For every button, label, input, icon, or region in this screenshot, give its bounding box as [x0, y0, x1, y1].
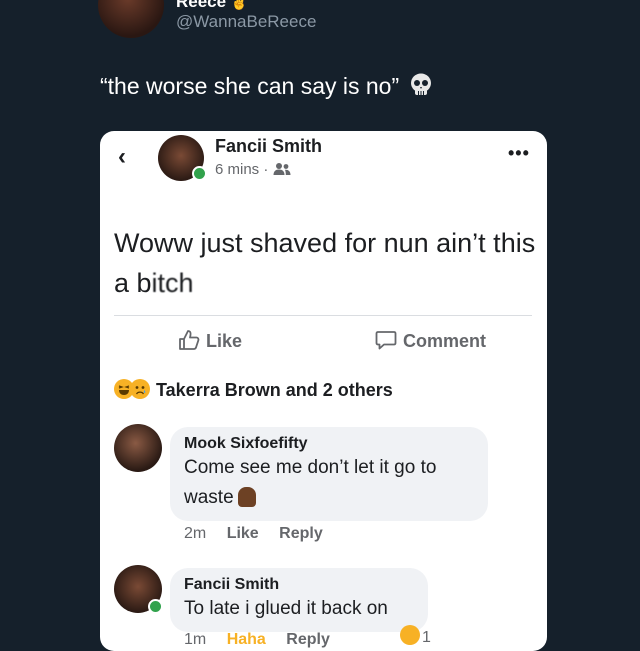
- friends-icon: [273, 163, 291, 175]
- tweet-handle[interactable]: @WannaBeReece: [176, 12, 316, 32]
- haha-reaction-icon: [400, 625, 420, 645]
- comment-bubble-icon: [375, 331, 397, 350]
- comment-label: Comment: [403, 331, 487, 351]
- commenter-avatar[interactable]: [114, 424, 162, 472]
- comment-reply-button[interactable]: Reply: [279, 525, 323, 542]
- comment-text: Come see me don’t let it go to waste: [184, 453, 474, 513]
- comment-time[interactable]: 2m: [184, 525, 206, 542]
- more-options-icon[interactable]: ···: [528, 0, 549, 7]
- tweet-author-avatar[interactable]: [98, 0, 164, 38]
- comment-actions: 2m Like Reply: [184, 525, 339, 543]
- comment-button[interactable]: Comment: [375, 329, 486, 352]
- comment-text-content: Come see me don’t let it go to waste: [184, 457, 437, 508]
- person-emoji-icon: [237, 487, 256, 507]
- post-text-censored: itch: [151, 268, 194, 298]
- like-label: Like: [206, 331, 243, 351]
- meta-separator: ·: [263, 161, 269, 178]
- reactions-text: Takerra Brown and 2 others: [156, 380, 393, 400]
- post-text: Woww just shaved for nun ain’t this a bi…: [114, 223, 539, 303]
- reaction-count: 1: [422, 629, 431, 646]
- divider: [114, 315, 532, 316]
- post-options-icon[interactable]: •••: [508, 143, 530, 164]
- tweet-display-name[interactable]: Reece ✌: [176, 0, 248, 12]
- name-emoji: ✌: [230, 0, 249, 10]
- comment-reaction-count[interactable]: 1: [400, 625, 431, 647]
- online-status-dot: [148, 599, 163, 614]
- back-chevron-icon[interactable]: ‹: [118, 143, 126, 171]
- like-button[interactable]: Like: [178, 329, 242, 352]
- thumbs-up-icon: [179, 330, 200, 350]
- reactions-summary[interactable]: Takerra Brown and 2 others: [114, 379, 393, 401]
- comment-bubble: Mook Sixfoefifty Come see me don’t let i…: [170, 427, 488, 521]
- commenter-name[interactable]: Fancii Smith: [184, 576, 414, 594]
- comment-actions: 1m Haha Reply: [184, 631, 346, 649]
- comment-like-button[interactable]: Like: [227, 525, 259, 542]
- tweet-text-content: “the worse she can say is no”: [100, 73, 400, 99]
- post-author-name[interactable]: Fancii Smith: [215, 136, 322, 157]
- commenter-name[interactable]: Mook Sixfoefifty: [184, 435, 474, 453]
- tweet-text: “the worse she can say is no”: [100, 72, 434, 100]
- comment-text: To late i glued it back on: [184, 598, 388, 619]
- skull-icon: [410, 73, 431, 95]
- comment-bubble: Fancii Smith To late i glued it back on: [170, 568, 428, 632]
- post-time[interactable]: 6 mins: [215, 161, 259, 178]
- facebook-post-screenshot: ‹ Fancii Smith 6 mins · ••• Woww just sh…: [100, 131, 547, 651]
- post-meta: 6 mins ·: [215, 161, 291, 178]
- tweet-header: Reece ✌ @WannaBeReece ···: [0, 0, 640, 60]
- online-status-dot: [192, 166, 207, 181]
- display-name-text: Reece: [176, 0, 227, 11]
- sad-reaction-icon: [130, 379, 150, 399]
